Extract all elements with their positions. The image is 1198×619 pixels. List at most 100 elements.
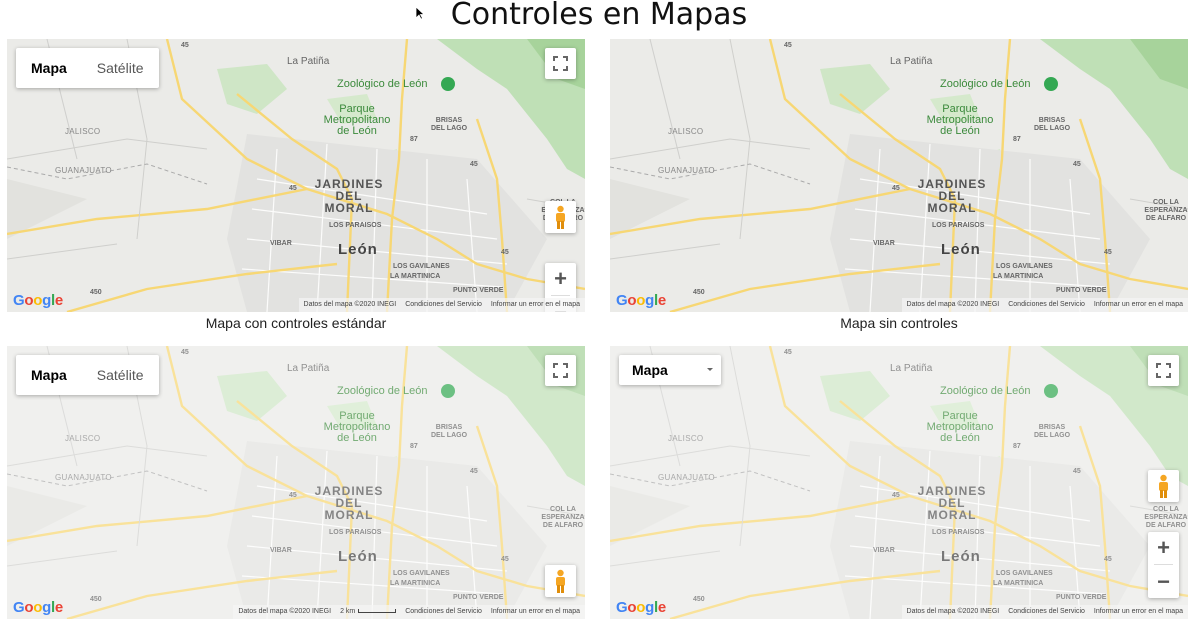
fullscreen-button[interactable] <box>1148 355 1179 386</box>
zoom-out-button[interactable]: − <box>1148 566 1179 598</box>
map-type-satellite-button[interactable]: Satélite <box>82 355 159 395</box>
street-view-pegman-button[interactable] <box>545 565 576 597</box>
city-leon: León <box>941 548 981 565</box>
place-la-martinica: LA MARTINICA <box>390 580 441 587</box>
google-logo[interactable]: Google <box>616 599 666 616</box>
place-jalisco: JALISCO <box>668 127 704 136</box>
google-logo-letter: o <box>33 599 43 616</box>
highway-shield-45-center: 45 <box>289 492 297 499</box>
google-logo-letter: g <box>42 599 51 616</box>
place-los-gavilanes: LOS GAVILANES <box>996 570 1053 577</box>
place-la-patina: La Patiña <box>287 363 330 374</box>
zoom-in-button[interactable]: + <box>545 263 576 295</box>
zoom-in-button[interactable]: + <box>1148 532 1179 564</box>
place-parque-metropolitano: Parque Metropolitano de León <box>323 103 391 137</box>
highway-shield-450: 450 <box>90 596 102 603</box>
highway-shield-45-east: 45 <box>470 161 478 168</box>
place-col-la-esperanza: COL LA ESPERANZA DE ALFARO <box>1144 199 1188 222</box>
map-type-satellite-button[interactable]: Satélite <box>82 48 159 88</box>
attribution-map-data: Datos del mapa ©2020 INEGI <box>906 608 1000 615</box>
fullscreen-button[interactable] <box>545 355 576 386</box>
map-4[interactable]: 45 87 45 45 45 450 La Patiña JALISCO GUANAJUATO B… <box>610 346 1188 619</box>
highway-shield-450: 450 <box>90 289 102 296</box>
map-type-map-button[interactable]: Mapa <box>16 48 82 88</box>
place-la-martinica: LA MARTINICA <box>993 580 1044 587</box>
map-caption: Mapa sin controles <box>840 315 958 331</box>
google-logo-letter: g <box>645 599 654 616</box>
terms-of-service-link[interactable]: Condiciones del Servicio <box>1008 298 1085 312</box>
google-logo-letter: o <box>636 292 646 309</box>
report-map-error-link[interactable]: Informar un error en el mapa <box>1094 298 1183 312</box>
place-guanajuato: GUANAJUATO <box>55 166 112 175</box>
place-zoologico: Zoológico de León <box>940 78 1031 90</box>
pegman-icon <box>556 569 565 593</box>
report-map-error-link[interactable]: Informar un error en el mapa <box>491 605 580 619</box>
place-la-patina: La Patiña <box>890 363 933 374</box>
terms-of-service-link[interactable]: Condiciones del Servicio <box>405 298 482 312</box>
map-3[interactable]: 45 87 45 45 45 450 La Patiña JALISCO GUANAJUATO B… <box>7 346 585 619</box>
place-jalisco: JALISCO <box>65 434 101 443</box>
map-type-map-button[interactable]: Mapa <box>16 355 82 395</box>
google-logo[interactable]: Google <box>13 292 63 309</box>
place-los-paraisos: LOS PARAISOS <box>932 529 985 536</box>
google-logo[interactable]: Google <box>616 292 666 309</box>
map-1[interactable]: 45 87 45 45 45 450 La Patiña JALISCO GUANAJUATO B… <box>7 39 585 312</box>
google-logo-letter: G <box>616 599 628 616</box>
map-type-dropdown[interactable]: Mapa <box>619 355 721 385</box>
highway-shield-87: 87 <box>1013 443 1021 450</box>
terms-of-service-link[interactable]: Condiciones del Servicio <box>1008 605 1085 619</box>
fullscreen-button[interactable] <box>545 48 576 79</box>
google-logo-letter: e <box>657 599 666 616</box>
map-2[interactable]: 45 87 45 45 45 450 La Patiña JALISCO GUANAJUATO B… <box>610 39 1188 312</box>
google-logo-letter: o <box>24 292 34 309</box>
map-tiles[interactable] <box>610 346 1188 619</box>
highway-shield-45-center: 45 <box>892 185 900 192</box>
place-la-patina: La Patiña <box>287 56 330 67</box>
highway-shield-45-east: 45 <box>470 468 478 475</box>
place-col-la-esperanza: COL LA ESPERANZA DE ALFARO <box>1144 506 1188 529</box>
mouse-cursor-icon <box>415 6 425 20</box>
attribution-map-data: Datos del mapa ©2020 INEGI <box>303 301 397 308</box>
place-los-gavilanes: LOS GAVILANES <box>996 263 1053 270</box>
google-logo-letter: G <box>616 292 628 309</box>
street-view-pegman-button[interactable] <box>1148 470 1179 502</box>
attribution-map-data: Datos del mapa ©2020 INEGI <box>238 608 332 615</box>
caret-down-icon <box>707 368 713 371</box>
place-zoologico: Zoológico de León <box>337 385 428 397</box>
highway-shield-450: 450 <box>693 596 705 603</box>
place-punto-verde: PUNTO VERDE <box>453 594 504 601</box>
google-logo-letter: G <box>13 599 25 616</box>
place-punto-verde: PUNTO VERDE <box>1056 594 1107 601</box>
google-logo-letter: o <box>627 599 637 616</box>
highway-shield-45-center: 45 <box>289 185 297 192</box>
place-jardines-del-moral: JARDINES DEL MORAL <box>917 177 987 215</box>
place-zoologico: Zoológico de León <box>940 385 1031 397</box>
zoo-paw-icon <box>441 77 455 91</box>
google-logo-letter: o <box>24 599 34 616</box>
place-vibar: VIBAR <box>873 240 895 247</box>
highway-shield-45: 45 <box>181 42 189 49</box>
place-vibar: VIBAR <box>270 547 292 554</box>
report-map-error-link[interactable]: Informar un error en el mapa <box>491 298 580 312</box>
highway-shield-45-south: 45 <box>501 249 509 256</box>
map-type-dropdown-value: Mapa <box>632 362 668 378</box>
place-los-gavilanes: LOS GAVILANES <box>393 570 450 577</box>
map-type-control: Mapa Satélite <box>16 48 159 88</box>
highway-shield-87: 87 <box>410 443 418 450</box>
map-tiles[interactable] <box>610 39 1188 312</box>
place-parque-metropolitano: Parque Metropolitano de León <box>926 103 994 137</box>
street-view-pegman-button[interactable] <box>545 201 576 233</box>
zoo-paw-icon <box>1044 384 1058 398</box>
terms-of-service-link[interactable]: Condiciones del Servicio <box>405 605 482 619</box>
map-scale-bar <box>358 609 397 614</box>
place-vibar: VIBAR <box>873 547 895 554</box>
zoo-paw-icon <box>1044 77 1058 91</box>
highway-shield-45-south: 45 <box>1104 249 1112 256</box>
google-logo-letter: o <box>636 599 646 616</box>
report-map-error-link[interactable]: Informar un error en el mapa <box>1094 605 1183 619</box>
map-scale[interactable]: 2 km <box>340 605 397 619</box>
place-punto-verde: PUNTO VERDE <box>453 287 504 294</box>
place-parque-metropolitano: Parque Metropolitano de León <box>926 410 994 444</box>
google-logo[interactable]: Google <box>13 599 63 616</box>
google-logo-letter: g <box>42 292 51 309</box>
